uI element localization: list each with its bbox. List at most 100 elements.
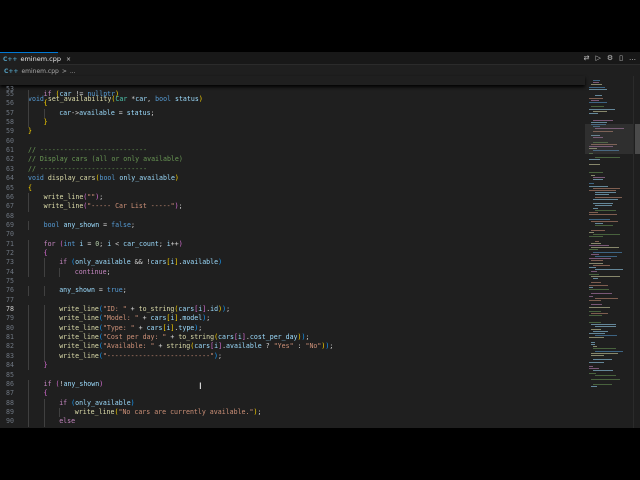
minimap-line	[595, 374, 616, 376]
code-line[interactable]: 77	[0, 296, 585, 305]
line-code: if (!any_shown)	[43, 379, 104, 388]
indent-guide	[28, 417, 29, 427]
minimap-line	[591, 84, 602, 86]
code-line[interactable]: 62 // Display cars (all or only available…	[0, 155, 585, 164]
indent-guide	[28, 108, 29, 119]
minimap-line	[589, 289, 609, 290]
indent-guide	[28, 305, 29, 315]
minimap-line	[591, 99, 599, 101]
indent-guide	[28, 323, 29, 334]
code-line[interactable]: 78 write_line("ID: " + to_string(cars[i].…	[0, 305, 585, 315]
minimap-line	[589, 366, 593, 367]
minimap-line	[595, 326, 616, 328]
settings-icon[interactable]: ⚙	[607, 54, 613, 62]
indent-guide	[28, 407, 29, 418]
minimap-line	[591, 106, 604, 108]
code-line[interactable]: 83 write_line("--------------------------…	[0, 351, 585, 362]
minimap[interactable]	[585, 76, 633, 428]
minimap-line	[591, 271, 597, 273]
code-line[interactable]: 61 // ---------------------------	[0, 146, 585, 155]
tab-eminem-cpp[interactable]: C++ eminem.cpp ×	[0, 52, 71, 65]
code-line[interactable]: 70	[0, 230, 585, 239]
more-actions-icon[interactable]: …	[629, 54, 636, 62]
line-number: 80	[6, 323, 14, 332]
minimap-line	[589, 185, 608, 187]
run-icon[interactable]: ▷	[595, 54, 600, 62]
indent-guide	[43, 417, 45, 427]
minimap-line	[593, 264, 610, 266]
code-line[interactable]: 80 write_line("Type: " + cars[i].type);	[0, 323, 585, 334]
code-line[interactable]: 90 else	[0, 417, 585, 427]
code-line[interactable]: 69 bool any_shown = false;	[0, 220, 585, 231]
code-line[interactable]: 82 write_line("Available: " + string(cars…	[0, 342, 585, 352]
mouse-cursor-icon: I	[199, 382, 202, 392]
indent-guide	[43, 333, 45, 343]
line-code: write_line("--------------------------")…	[59, 351, 222, 360]
code-line[interactable]: 84}	[0, 361, 585, 371]
line-code: write_line("No cars are currently availa…	[74, 407, 262, 416]
code-line[interactable]: 63 // ---------------------------	[0, 165, 585, 174]
minimap-line	[593, 346, 597, 348]
minimap-line	[591, 385, 597, 387]
code-line[interactable]: 57 car->available = status;	[0, 108, 585, 119]
code-line[interactable]: 87 {	[0, 389, 585, 399]
vertical-scrollbar[interactable]	[633, 76, 640, 428]
minimap-line	[591, 341, 595, 343]
indent-guide	[28, 398, 29, 408]
code-editor[interactable]: 53 void set_availability(Car *car, bool …	[0, 76, 585, 428]
tab-label: eminem.cpp	[20, 55, 61, 63]
breadcrumb-file[interactable]: eminem.cpp	[21, 68, 58, 75]
sticky-scroll-line[interactable]: 53 void set_availability(Car *car, bool …	[0, 76, 585, 103]
code-line[interactable]: 76 any_shown = true;	[0, 286, 585, 296]
code-line[interactable]: 64 void display_cars(bool only_available)	[0, 174, 585, 183]
code-line[interactable]: 79 write_line("Model: " + cars[i].model);	[0, 314, 585, 324]
code-line[interactable]: 66 write_line("");	[0, 192, 585, 203]
code-line[interactable]: 85	[0, 371, 585, 380]
minimap-line	[593, 203, 613, 205]
code-line[interactable]: 81 write_line("Cost per day: " + to_strin…	[0, 333, 585, 343]
scrollbar-thumb[interactable]	[635, 124, 640, 154]
code-line[interactable]: 65 {	[0, 184, 585, 193]
line-code: if (only_available && !cars[i].available…	[59, 258, 223, 267]
code-line[interactable]: 74 continue;	[0, 267, 585, 277]
indent-guide	[28, 342, 29, 352]
code-line[interactable]: 59}	[0, 127, 585, 136]
code-line[interactable]: 71 for (int i = 0; i < car_count; i++)	[0, 239, 585, 249]
code-line[interactable]: 67 write_line("----- Car List -----");	[0, 202, 585, 212]
line-code: void display_cars(bool only_available)	[28, 174, 179, 183]
code-line[interactable]: 86 if (!any_shown)	[0, 379, 585, 390]
line-number: 87	[6, 389, 14, 398]
line-number: 84	[6, 361, 14, 370]
code-line[interactable]: 72 {	[0, 248, 585, 259]
minimap-viewport[interactable]	[585, 124, 633, 154]
code-line[interactable]: 75	[0, 277, 585, 286]
minimap-line	[593, 330, 608, 332]
code-line[interactable]: 55 if (car != nullptr)	[0, 90, 585, 100]
line-number: 79	[6, 314, 14, 323]
line-code: {	[43, 99, 48, 108]
code-line[interactable]: 60	[0, 137, 585, 146]
indent-guide	[43, 267, 45, 277]
line-number: 72	[6, 248, 14, 257]
indent-guide	[28, 351, 29, 362]
code-line[interactable]: 56 {	[0, 99, 585, 109]
breadcrumb-separator: >	[61, 67, 67, 75]
code-line[interactable]: 58}	[0, 118, 585, 128]
split-editor-icon[interactable]: ▯	[619, 54, 623, 62]
compare-icon[interactable]: ⇄	[584, 54, 590, 62]
line-number: 69	[6, 220, 14, 229]
line-number: 61	[6, 146, 14, 155]
line-number: 55	[6, 90, 14, 98]
indent-guide	[28, 286, 29, 296]
minimap-line	[593, 234, 620, 235]
close-icon[interactable]: ×	[66, 56, 71, 63]
code-line[interactable]: 73 if (only_available && !cars[i].availab…	[0, 258, 585, 268]
code-line[interactable]: 89 write_line("No cars are currently avai…	[0, 407, 585, 418]
indent-guide	[28, 314, 29, 324]
line-code: any_shown = true;	[59, 286, 127, 295]
code-line[interactable]: 68	[0, 212, 585, 221]
breadcrumb-more[interactable]: ...	[70, 68, 76, 75]
code-line[interactable]: 88 if (only_available)	[0, 398, 585, 408]
minimap-line	[593, 198, 618, 200]
minimap-line	[591, 242, 601, 244]
